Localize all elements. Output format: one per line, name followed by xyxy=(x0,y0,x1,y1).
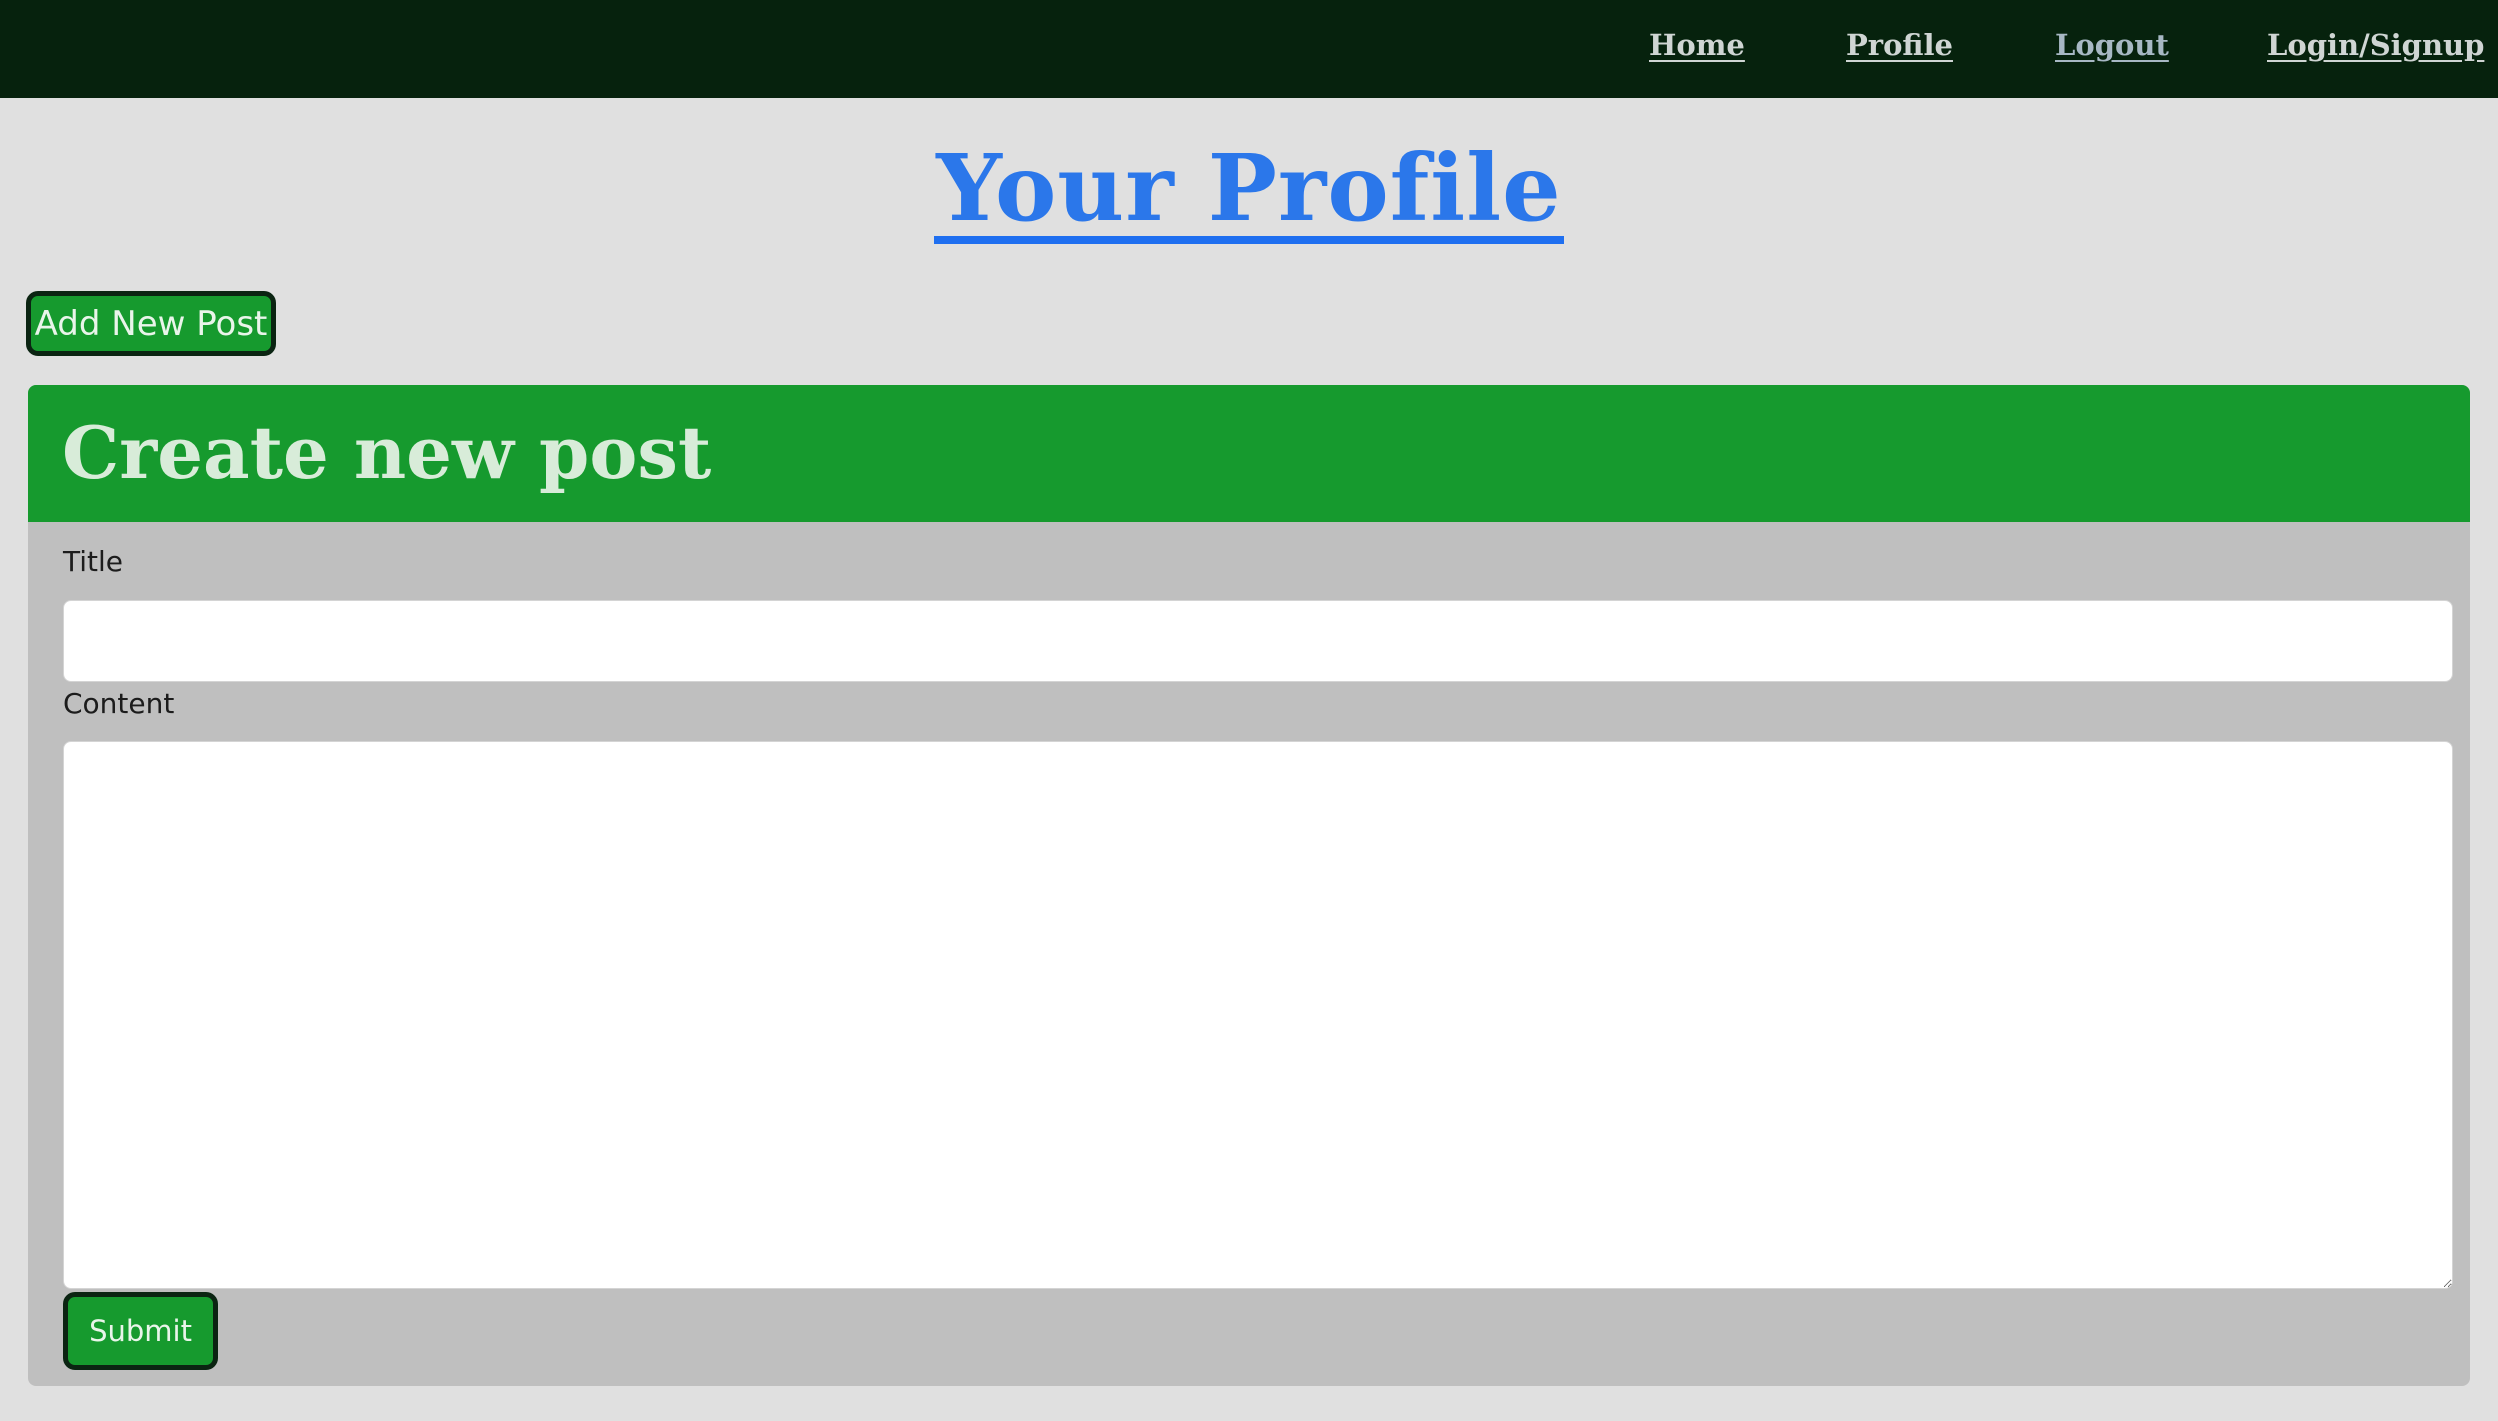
top-navbar: Home Profile Logout Login/Signup xyxy=(0,0,2498,98)
submit-button[interactable]: Submit xyxy=(63,1292,218,1370)
page-title[interactable]: Your Profile xyxy=(0,128,2498,248)
nav-link-logout[interactable]: Logout xyxy=(2055,28,2169,62)
nav-link-profile[interactable]: Profile xyxy=(1846,28,1953,62)
create-post-card: Create new post Title Content Submit xyxy=(28,385,2470,1386)
title-label: Title xyxy=(63,545,124,578)
add-new-post-button[interactable]: Add New Post xyxy=(26,291,276,356)
content-textarea[interactable] xyxy=(63,741,2453,1289)
nav-link-login-signup[interactable]: Login/Signup xyxy=(2267,28,2484,62)
nav-link-home[interactable]: Home xyxy=(1649,28,1745,62)
page-title-text[interactable]: Your Profile xyxy=(934,140,1564,244)
title-input[interactable] xyxy=(63,600,2453,682)
content-label: Content xyxy=(63,687,175,720)
card-header: Create new post xyxy=(28,385,2470,522)
card-title: Create new post xyxy=(62,410,712,495)
